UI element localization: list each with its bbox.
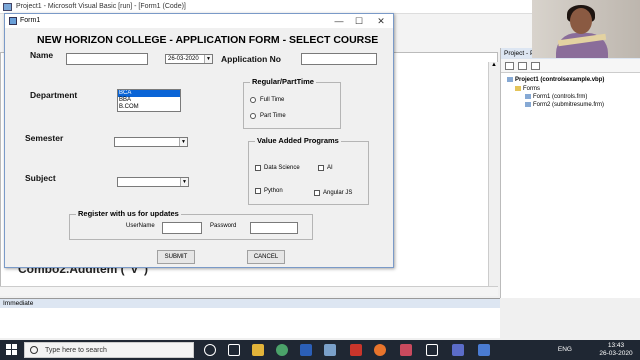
- form-titlebar: Form1 — ☐ ✕: [5, 14, 393, 28]
- project-icon: [507, 77, 513, 82]
- form-app-icon: [9, 17, 17, 25]
- subject-combo[interactable]: ▼: [117, 177, 189, 187]
- register-frame: Register with us for updates UserName Pa…: [69, 209, 313, 240]
- form1-window: Form1 — ☐ ✕ NEW HORIZON COLLEGE - APPLIC…: [4, 13, 394, 268]
- scroll-up-icon[interactable]: ▲: [490, 62, 498, 70]
- angularjs-checkbox[interactable]: [314, 190, 320, 196]
- view-code-icon[interactable]: [505, 62, 514, 70]
- ai-checkbox[interactable]: [318, 165, 324, 171]
- form-title: Form1: [20, 17, 41, 24]
- file-explorer-icon[interactable]: [252, 344, 264, 356]
- ide-title-text: Project1 - Microsoft Visual Basic [run] …: [16, 3, 186, 10]
- list-item[interactable]: BBA: [118, 97, 180, 104]
- regular-parttime-frame: Regular/PartTime Full Time Part Time: [243, 77, 341, 129]
- media-icon[interactable]: [400, 344, 412, 356]
- application-no-label: Application No: [221, 54, 281, 64]
- form-heading: NEW HORIZON COLLEGE - APPLICATION FORM -…: [37, 34, 379, 46]
- ai-label: AI: [327, 165, 333, 171]
- parttime-radio[interactable]: [250, 113, 256, 119]
- webcam-overlay: [532, 0, 640, 58]
- data-science-checkbox[interactable]: [255, 165, 261, 171]
- semester-combo[interactable]: ▼: [114, 137, 188, 147]
- code-horizontal-scrollbar[interactable]: [0, 286, 498, 296]
- calculator-icon[interactable]: [426, 344, 438, 356]
- minimize-icon[interactable]: —: [329, 15, 349, 27]
- list-item[interactable]: BCA: [118, 90, 180, 97]
- tree-item-form1[interactable]: Form1 (controls.frm): [525, 94, 587, 100]
- search-placeholder: Type here to search: [45, 347, 107, 354]
- form-taskbar-icon[interactable]: [478, 344, 490, 356]
- subject-label: Subject: [25, 173, 56, 183]
- vb-app-icon: [3, 3, 12, 11]
- tree-project-root[interactable]: Project1 (controlsexample.vbp): [507, 77, 604, 83]
- username-label: UserName: [126, 223, 155, 229]
- search-icon: [30, 346, 38, 354]
- python-label: Python: [264, 188, 283, 194]
- tree-item-form2[interactable]: Form2 (submitresume.frm): [525, 102, 604, 108]
- angularjs-label: Angular JS: [323, 190, 353, 196]
- username-input[interactable]: [162, 222, 202, 234]
- data-science-label: Data Science: [264, 165, 300, 171]
- maximize-icon[interactable]: ☐: [349, 15, 369, 27]
- taskbar: Type here to search ENG 13:43 26-03-2020: [0, 340, 640, 360]
- folder-icon: [515, 86, 521, 91]
- department-label: Department: [30, 90, 78, 100]
- word-icon[interactable]: [300, 344, 312, 356]
- immediate-title: Immediate: [0, 299, 500, 308]
- clock-date[interactable]: 26-03-2020: [596, 350, 636, 357]
- close-icon[interactable]: ✕: [371, 15, 391, 27]
- project-explorer: Project - Project1 Project1 (controlsexa…: [500, 48, 640, 298]
- form-icon: [525, 94, 531, 99]
- fulltime-label: Full Time: [260, 97, 285, 103]
- parttime-label: Part Time: [260, 113, 286, 119]
- name-input[interactable]: [66, 53, 148, 65]
- project-panel-toolbar: [501, 59, 640, 73]
- taskbar-search[interactable]: Type here to search: [24, 342, 194, 358]
- chevron-down-icon[interactable]: ▼: [180, 178, 188, 186]
- windows-start-icon[interactable]: [6, 344, 18, 356]
- task-view-icon[interactable]: [228, 344, 240, 356]
- tree-forms-folder[interactable]: Forms: [515, 86, 540, 92]
- department-listbox[interactable]: BCA BBA B.COM: [117, 89, 181, 112]
- code-vertical-scrollbar[interactable]: ▲ ▼: [488, 62, 498, 294]
- clock-time[interactable]: 13:43: [596, 342, 636, 349]
- acrobat-icon[interactable]: [350, 344, 362, 356]
- vb-taskbar-icon[interactable]: [324, 344, 336, 356]
- date-picker[interactable]: 26-03-2020 ▼: [165, 54, 213, 64]
- chevron-down-icon[interactable]: ▼: [179, 138, 187, 146]
- cancel-button[interactable]: CANCEL: [247, 250, 285, 264]
- password-input[interactable]: [250, 222, 298, 234]
- semester-label: Semester: [25, 133, 64, 143]
- chevron-down-icon[interactable]: ▼: [204, 55, 212, 63]
- application-no-input[interactable]: [301, 53, 377, 65]
- list-item[interactable]: B.COM: [118, 104, 180, 111]
- firefox-icon[interactable]: [374, 344, 386, 356]
- chrome-icon[interactable]: [276, 344, 288, 356]
- view-object-icon[interactable]: [518, 62, 527, 70]
- password-label: Password: [210, 223, 237, 229]
- presenter-face: [570, 8, 592, 34]
- toggle-folders-icon[interactable]: [531, 62, 540, 70]
- python-checkbox[interactable]: [255, 188, 261, 194]
- language-indicator[interactable]: ENG: [558, 346, 572, 353]
- submit-button[interactable]: SUBMIT: [157, 250, 195, 264]
- value-added-frame: Value Added Programs Data Science AI Pyt…: [248, 136, 369, 205]
- fulltime-radio[interactable]: [250, 97, 256, 103]
- name-label: Name: [30, 50, 54, 60]
- form-icon: [525, 102, 531, 107]
- cortana-icon[interactable]: [204, 344, 216, 356]
- immediate-window[interactable]: Immediate: [0, 298, 500, 338]
- regular-parttime-title: Regular/PartTime: [250, 77, 316, 86]
- value-added-title: Value Added Programs: [255, 136, 341, 145]
- register-title: Register with us for updates: [76, 209, 181, 218]
- app-icon[interactable]: [452, 344, 464, 356]
